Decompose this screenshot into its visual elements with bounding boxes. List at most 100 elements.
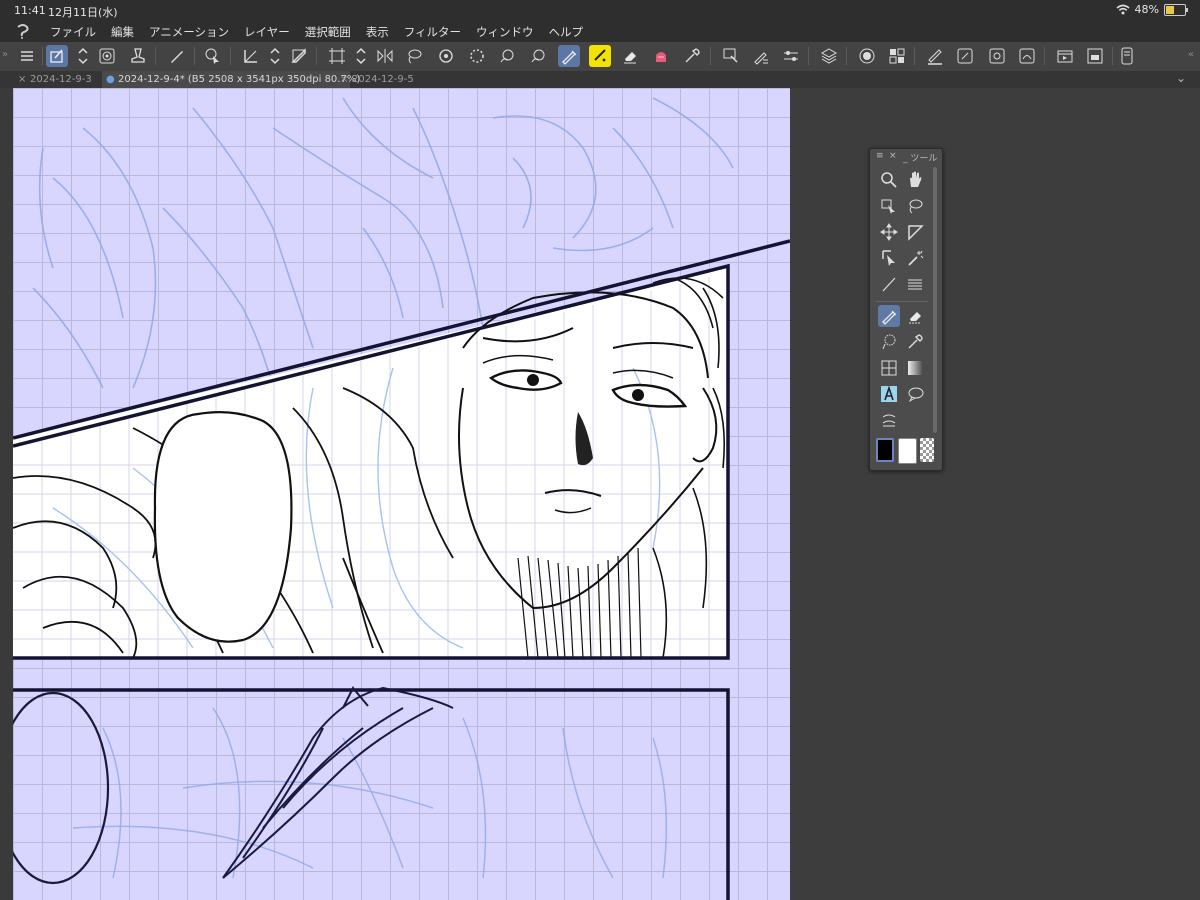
blend-icon[interactable]	[878, 331, 900, 353]
menu-file[interactable]: ファイル	[50, 24, 96, 40]
minimize-icon[interactable]: _	[903, 154, 908, 164]
close-icon[interactable]: ●	[106, 71, 115, 88]
gradient-icon[interactable]	[904, 357, 926, 379]
line-icon[interactable]	[878, 273, 900, 295]
menu-view[interactable]: 表示	[366, 24, 389, 40]
up-down-arrows-icon-2[interactable]	[264, 45, 286, 67]
palette-title-bar[interactable]: ≡ × _ ツール	[870, 149, 942, 165]
manga-artwork	[13, 97, 790, 900]
pen-tool-active-icon[interactable]	[878, 305, 900, 327]
chevron-down-icon[interactable]: ⌄	[1176, 71, 1186, 85]
menu-list: ファイル 編集 アニメーション レイヤー 選択範囲 表示 フィルター ウィンドウ…	[50, 24, 583, 40]
menu-selection[interactable]: 選択範囲	[305, 24, 351, 40]
select-circle-icon[interactable]	[435, 45, 457, 67]
palette-scrollbar[interactable]	[933, 167, 937, 433]
layers-icon[interactable]	[818, 45, 840, 67]
close-icon[interactable]: ×	[340, 71, 348, 88]
timeline-icon[interactable]	[1054, 45, 1076, 67]
status-right: 48%	[1116, 3, 1188, 16]
sub-color-swatch[interactable]	[898, 438, 917, 464]
sparkle-icon[interactable]	[589, 45, 611, 67]
tab-document-3[interactable]: × 2024-12-9-3	[14, 71, 114, 88]
tab-label: 2024-12-9-4* (B5 2508 x 3541px 350dpi 80…	[118, 74, 361, 85]
toolbar-grip-right-icon[interactable]: «	[1188, 49, 1194, 60]
correct-line-icon[interactable]	[878, 409, 900, 431]
up-down-arrows-icon-3[interactable]	[350, 45, 372, 67]
main-color-swatch[interactable]	[876, 438, 894, 462]
corner-ruler-icon[interactable]	[288, 45, 310, 67]
menu-animation[interactable]: アニメーション	[149, 24, 229, 40]
transform-icon[interactable]	[326, 45, 348, 67]
lower-oval	[13, 691, 110, 885]
hand-icon[interactable]	[904, 169, 926, 191]
lasso-tool-icon[interactable]	[904, 195, 926, 217]
window-icon[interactable]	[1084, 45, 1106, 67]
edit-mode-icon[interactable]	[46, 45, 68, 67]
close-icon[interactable]: ×	[18, 71, 26, 88]
menu-icon[interactable]	[16, 45, 38, 67]
text-tool-icon[interactable]	[878, 383, 900, 405]
tab-document-4[interactable]: ● 2024-12-9-4* (B5 2508 x 3541px 350dpi …	[102, 71, 360, 88]
zoom-icon[interactable]	[878, 169, 900, 191]
select-blob-icon[interactable]	[496, 45, 518, 67]
object-select-icon[interactable]	[202, 45, 224, 67]
brush-size-icon[interactable]	[924, 45, 946, 67]
color-circle-icon[interactable]	[856, 45, 878, 67]
spiral-icon[interactable]	[96, 45, 118, 67]
selection-pointer-icon[interactable]	[878, 247, 900, 269]
loading-dots-icon[interactable]	[466, 45, 488, 67]
navigator-icon[interactable]	[954, 45, 976, 67]
drawing-canvas[interactable]	[13, 88, 790, 900]
menu-edit[interactable]: 編集	[111, 24, 134, 40]
menu-bar: ファイル 編集 アニメーション レイヤー 選択範囲 表示 フィルター ウィンドウ…	[0, 20, 1200, 42]
tab-document-5[interactable]: × 2024-12-9-5	[336, 71, 436, 88]
stamp-icon[interactable]	[127, 45, 149, 67]
app-logo-icon[interactable]	[14, 22, 32, 40]
tab-label: 2024-12-9-5	[352, 74, 414, 85]
balloon-tool-icon[interactable]	[904, 383, 926, 405]
battery-percent: 48%	[1134, 3, 1159, 16]
move-icon[interactable]	[878, 221, 900, 243]
color-grid-icon[interactable]	[886, 45, 908, 67]
palette-menu-icon[interactable]: ≡	[876, 151, 884, 161]
eyedropper-icon[interactable]	[681, 45, 703, 67]
flip-horizontal-icon[interactable]	[374, 45, 396, 67]
brush-settings-icon[interactable]	[750, 45, 772, 67]
toolbar-grip-icon[interactable]: »	[2, 49, 8, 60]
menu-window[interactable]: ウィンドウ	[476, 24, 534, 40]
select-blob-icon-2[interactable]	[527, 45, 549, 67]
sliders-icon[interactable]	[780, 45, 802, 67]
date: 12月11日(水)	[48, 6, 118, 19]
eraser-icon[interactable]	[619, 45, 641, 67]
frame-border-icon[interactable]	[878, 357, 900, 379]
property-icon[interactable]	[1016, 45, 1038, 67]
eraser-tool-icon[interactable]	[904, 305, 926, 327]
tab-label: 2024-12-9-3	[30, 74, 92, 85]
menu-filter[interactable]: フィルター	[404, 24, 461, 40]
command-bar: » «	[0, 42, 1200, 72]
transparent-color-swatch[interactable]	[920, 438, 934, 462]
menu-help[interactable]: ヘルプ	[548, 24, 583, 40]
layer-select-icon[interactable]	[720, 45, 742, 67]
tool-palette[interactable]: ≡ × _ ツール	[869, 148, 943, 471]
color-bucket-icon[interactable]	[650, 45, 672, 67]
speech-balloon	[153, 411, 293, 643]
ruler-tool-icon[interactable]	[904, 221, 926, 243]
hatching-icon[interactable]	[904, 273, 926, 295]
ruler-angle-icon[interactable]	[240, 45, 262, 67]
device-icon[interactable]	[1116, 45, 1138, 67]
pen-icon[interactable]	[166, 45, 188, 67]
close-icon[interactable]: ×	[889, 151, 897, 161]
up-down-arrows-icon[interactable]	[72, 45, 94, 67]
battery-icon	[1164, 3, 1188, 16]
lasso-icon[interactable]	[403, 45, 425, 67]
eyedropper-tool-icon[interactable]	[904, 331, 926, 353]
palette-divider	[876, 301, 928, 302]
magic-wand-icon[interactable]	[904, 247, 926, 269]
clock: 11:41	[14, 4, 46, 17]
operation-icon[interactable]	[878, 195, 900, 217]
pen-tool-icon[interactable]	[558, 45, 580, 67]
sub-view-icon[interactable]	[986, 45, 1008, 67]
menu-layer[interactable]: レイヤー	[244, 24, 290, 40]
sketch-strokes-bottom	[72, 707, 668, 879]
